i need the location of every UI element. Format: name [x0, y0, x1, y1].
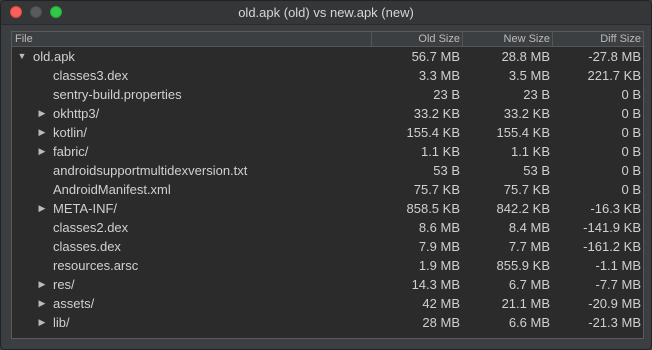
expand-right-icon[interactable]: ▶ [37, 104, 47, 123]
table-body: ▼ old.apk 56.7 MB 28.8 MB -27.8 MB classes3.d… [12, 47, 643, 332]
old-size-cell: 155.4 KB [406, 125, 461, 140]
file-name: classes2.dex [53, 220, 129, 235]
new-size-cell: 53 B [523, 163, 550, 178]
diff-size-cell: -161.2 KB [583, 239, 641, 254]
file-name: androidsupportmultidexversion.txt [53, 163, 248, 178]
file-name: sentry-build.properties [53, 87, 182, 102]
table-row[interactable]: ▶ okhttp3/33.2 KB 33.2 KB 0 B [12, 104, 643, 123]
new-size-cell: 28.8 MB [501, 49, 550, 64]
old-size-cell: 14.3 MB [411, 277, 460, 292]
table-row[interactable]: ▶ kotlin/155.4 KB 155.4 KB 0 B [12, 123, 643, 142]
table-row[interactable]: ▶ fabric/1.1 KB 1.1 KB 0 B [12, 142, 643, 161]
diff-size-cell: -7.7 MB [595, 277, 641, 292]
new-size-cell: 1.1 KB [510, 144, 550, 159]
table-row[interactable]: classes3.dex 3.3 MB 3.5 MB 221.7 KB [12, 66, 643, 85]
old-size-cell: 42 MB [422, 296, 460, 311]
diff-size-cell: -27.8 MB [588, 49, 641, 64]
table-row[interactable]: sentry-build.properties 23 B 23 B 0 B [12, 85, 643, 104]
table-row[interactable]: ▼ old.apk 56.7 MB 28.8 MB -27.8 MB [12, 47, 643, 66]
file-name: old.apk [33, 49, 75, 64]
size-diff-tree-table: File Old Size New Size Diff Size ▼ old.ap… [11, 31, 644, 339]
new-size-cell: 3.5 MB [508, 68, 550, 83]
table-row[interactable]: ▶ res/14.3 MB 6.7 MB -7.7 MB [12, 275, 643, 294]
file-name: fabric/ [53, 144, 89, 159]
new-size-cell: 33.2 KB [503, 106, 550, 121]
column-header-diff-size[interactable]: Diff Size [552, 32, 643, 46]
diff-size-cell: -1.1 MB [595, 258, 641, 273]
diff-size-cell: 0 B [621, 87, 641, 102]
old-size-cell: 53 B [433, 163, 460, 178]
file-name: META-INF/ [53, 201, 118, 216]
expand-right-icon[interactable]: ▶ [37, 294, 47, 313]
expand-right-icon[interactable]: ▶ [37, 199, 47, 218]
old-size-cell: 8.6 MB [418, 220, 460, 235]
file-name: okhttp3/ [53, 106, 100, 121]
app-window: old.apk (old) vs new.apk (new) File Old … [0, 0, 652, 350]
old-size-cell: 3.3 MB [418, 68, 460, 83]
window-title: old.apk (old) vs new.apk (new) [238, 5, 414, 20]
expand-down-icon[interactable]: ▼ [17, 47, 27, 66]
diff-size-cell: 0 B [621, 106, 641, 121]
table-row[interactable]: resources.arsc 1.9 MB 855.9 KB -1.1 MB [12, 256, 643, 275]
diff-size-cell: 0 B [621, 163, 641, 178]
diff-size-cell: -20.9 MB [588, 296, 641, 311]
old-size-cell: 858.5 KB [406, 201, 461, 216]
old-size-cell: 33.2 KB [413, 106, 460, 121]
file-name: classes.dex [53, 239, 121, 254]
table-row[interactable]: AndroidManifest.xml 75.7 KB 75.7 KB 0 B [12, 180, 643, 199]
title-bar: old.apk (old) vs new.apk (new) [1, 1, 651, 25]
expand-right-icon[interactable]: ▶ [37, 275, 47, 294]
old-size-cell: 1.1 KB [420, 144, 460, 159]
column-header-file[interactable]: File [15, 32, 370, 46]
new-size-cell: 23 B [523, 87, 550, 102]
new-size-cell: 7.7 MB [508, 239, 550, 254]
table-header: File Old Size New Size Diff Size [12, 32, 643, 47]
diff-size-cell: -141.9 KB [583, 220, 641, 235]
diff-size-cell: 0 B [621, 144, 641, 159]
diff-size-cell: 0 B [621, 182, 641, 197]
old-size-cell: 23 B [433, 87, 460, 102]
expand-right-icon[interactable]: ▶ [37, 123, 47, 142]
new-size-cell: 155.4 KB [496, 125, 551, 140]
file-name: lib/ [53, 315, 70, 330]
file-name: kotlin/ [53, 125, 87, 140]
file-name: res/ [53, 277, 75, 292]
old-size-cell: 56.7 MB [411, 49, 460, 64]
expand-right-icon[interactable]: ▶ [37, 142, 47, 161]
table-row[interactable]: ▶ lib/28 MB 6.6 MB -21.3 MB [12, 313, 643, 332]
new-size-cell: 21.1 MB [501, 296, 550, 311]
new-size-cell: 8.4 MB [508, 220, 550, 235]
new-size-cell: 6.6 MB [508, 315, 550, 330]
new-size-cell: 75.7 KB [503, 182, 550, 197]
table-row[interactable]: androidsupportmultidexversion.txt 53 B 53 … [12, 161, 643, 180]
table-row[interactable]: ▶ META-INF/858.5 KB 842.2 KB -16.3 KB [12, 199, 643, 218]
file-name: resources.arsc [53, 258, 139, 273]
new-size-cell: 842.2 KB [496, 201, 551, 216]
file-name: AndroidManifest.xml [53, 182, 171, 197]
new-size-cell: 6.7 MB [508, 277, 550, 292]
file-name: classes3.dex [53, 68, 129, 83]
new-size-cell: 855.9 KB [496, 258, 551, 273]
file-name: assets/ [53, 296, 95, 311]
diff-size-cell: 221.7 KB [587, 68, 642, 83]
diff-size-cell: 0 B [621, 125, 641, 140]
old-size-cell: 28 MB [422, 315, 460, 330]
old-size-cell: 75.7 KB [413, 182, 460, 197]
table-row[interactable]: ▶ assets/42 MB 21.1 MB -20.9 MB [12, 294, 643, 313]
expand-right-icon[interactable]: ▶ [37, 313, 47, 332]
diff-size-cell: -21.3 MB [588, 315, 641, 330]
diff-size-cell: -16.3 KB [590, 201, 641, 216]
old-size-cell: 7.9 MB [418, 239, 460, 254]
old-size-cell: 1.9 MB [418, 258, 460, 273]
table-row[interactable]: classes2.dex 8.6 MB 8.4 MB -141.9 KB [12, 218, 643, 237]
column-header-old-size[interactable]: Old Size [371, 32, 462, 46]
column-header-new-size[interactable]: New Size [462, 32, 552, 46]
table-row[interactable]: classes.dex 7.9 MB 7.7 MB -161.2 KB [12, 237, 643, 256]
